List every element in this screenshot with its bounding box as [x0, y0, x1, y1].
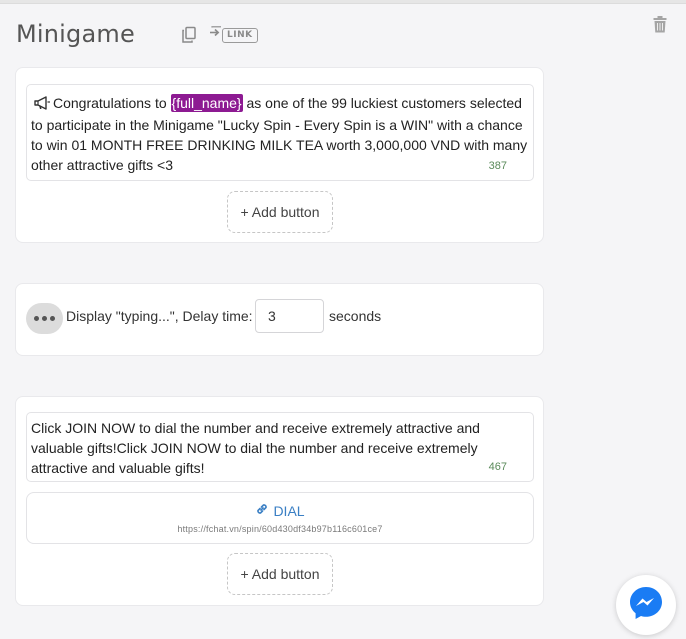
dial-button-label-row: DIAL	[27, 502, 533, 519]
message-text-intro: Congratulations to	[53, 95, 171, 111]
dial-button-label: DIAL	[273, 502, 305, 519]
typing-dots-icon	[26, 303, 63, 334]
add-button[interactable]: + Add button	[227, 553, 333, 595]
link-label: LINK	[222, 27, 258, 43]
page-header: Minigame	[16, 20, 135, 48]
top-divider	[0, 0, 686, 4]
character-count: 387	[488, 160, 507, 172]
link-button[interactable]: LINK	[210, 26, 258, 44]
page-title: Minigame	[16, 20, 135, 48]
message-text-field[interactable]: Congratulations to {full_name} as one of…	[26, 84, 534, 181]
add-button[interactable]: + Add button	[227, 191, 333, 233]
chain-link-icon	[255, 502, 269, 519]
copy-icon[interactable]	[180, 26, 198, 44]
megaphone-icon	[34, 95, 51, 115]
dial-message-card: Click JOIN NOW to dial the number and re…	[15, 396, 544, 606]
link-icon	[210, 26, 222, 44]
message-text-field[interactable]: Click JOIN NOW to dial the number and re…	[26, 412, 534, 482]
messenger-icon	[628, 585, 664, 626]
typing-delay-card: Display "typing...", Delay time: seconds	[15, 283, 544, 356]
personalization-tag[interactable]: {full_name}	[170, 94, 243, 112]
character-count: 467	[488, 461, 507, 473]
seconds-label: seconds	[329, 308, 382, 324]
typing-delay-label: Display "typing...", Delay time:	[66, 308, 253, 324]
text-message-card: Congratulations to {full_name} as one of…	[15, 67, 544, 243]
dial-button[interactable]: DIAL https://fchat.vn/spin/60d430df34b97…	[26, 492, 534, 544]
trash-icon[interactable]	[653, 16, 667, 33]
dial-button-url: https://fchat.vn/spin/60d430df34b97b116c…	[177, 524, 383, 534]
delay-time-input[interactable]	[255, 299, 324, 333]
message-text-body: Click JOIN NOW to dial the number and re…	[31, 420, 480, 476]
messenger-chat-button[interactable]	[616, 575, 676, 635]
